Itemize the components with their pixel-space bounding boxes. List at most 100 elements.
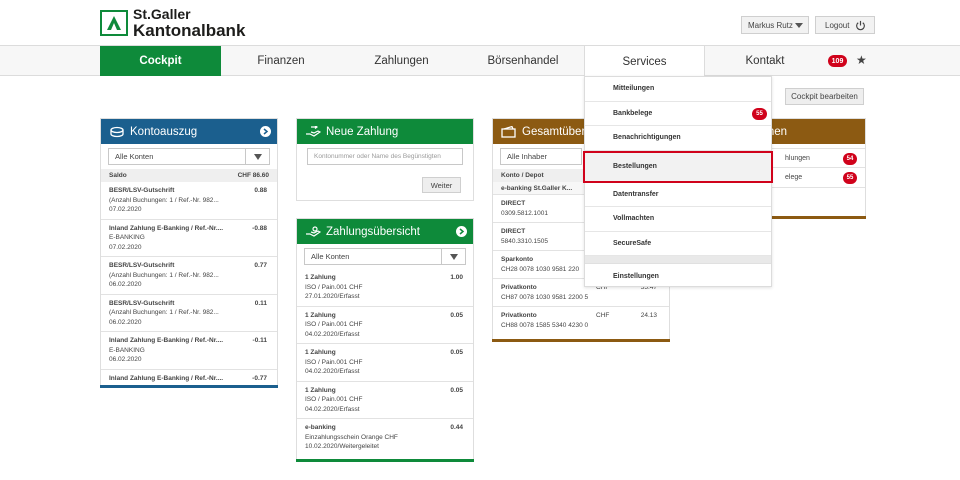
- transaction-date: 06.02.2020: [109, 281, 142, 288]
- transaction-detail: (Anzahl Buchungen: 1 / Ref.-Nr. 982...: [109, 196, 219, 204]
- payment-amount: 0.05: [450, 311, 463, 319]
- payment-type: ISO / Pain.001 CHF: [305, 283, 363, 291]
- menu-item-mitteilungen[interactable]: Mitteilungen: [585, 77, 771, 102]
- payment-amount: 0.44: [450, 424, 463, 431]
- payment-row[interactable]: 1 Zahlung ISO / Pain.001 CHF 04.02.2020/…: [297, 344, 473, 382]
- menu-item-label: SecureSafe: [613, 239, 652, 247]
- menu-item-einstellungen[interactable]: Einstellungen: [585, 264, 771, 289]
- payment-title: 1 Zahlung: [305, 311, 336, 319]
- transaction-amount: -0.77: [252, 374, 267, 382]
- transaction-row[interactable]: BESR/LSV-Gutschrift (Anzahl Buchungen: 1…: [101, 257, 277, 295]
- saldo-value: CHF 86.60: [237, 172, 269, 179]
- payment-type: ISO / Pain.001 CHF: [305, 396, 363, 403]
- menu-item-label: Mitteilungen: [613, 85, 655, 93]
- weiter-button[interactable]: Weiter: [422, 177, 461, 193]
- beneficiary-search-input[interactable]: Kontonummer oder Name des Begünstigten: [307, 148, 463, 165]
- services-dropdown: Mitteilungen Bankbelege 55 Benachrichtig…: [583, 76, 773, 289]
- menu-item-label: Einstellungen: [613, 272, 659, 280]
- payment-status: 10.02.2020/Weitergeleitet: [305, 443, 379, 450]
- transaction-row[interactable]: BESR/LSV-Gutschrift (Anzahl Buchungen: 1…: [101, 295, 277, 332]
- logo-line1: St.Galler: [133, 6, 191, 22]
- logo-icon: [100, 10, 128, 36]
- chevron-right-icon[interactable]: [260, 126, 271, 137]
- account-filter-select[interactable]: Alle Konten: [108, 148, 270, 165]
- message-label: elege: [785, 174, 803, 181]
- nav-finanzen[interactable]: Finanzen: [221, 46, 341, 76]
- widget-footer-bar: [492, 339, 670, 342]
- user-name: Markus Rutz: [748, 20, 793, 30]
- widget-header[interactable]: Kontoauszug: [101, 119, 277, 144]
- account-row[interactable]: Privatkonto CH88 0078 1585 5340 4230 0 C…: [493, 307, 669, 334]
- transaction-title: BESR/LSV-Gutschrift: [109, 187, 175, 194]
- payment-row[interactable]: 1 Zahlung ISO / Pain.001 CHF 27.01.2020/…: [297, 269, 473, 307]
- menu-item-label: Benachrichtigungen: [613, 134, 681, 142]
- notification-badge[interactable]: 109: [828, 55, 847, 67]
- transaction-title: Inland Zahlung E-Banking / Ref.-Nr....: [109, 374, 224, 382]
- payment-status: 27.01.2020/Erfasst: [305, 293, 360, 300]
- nav-zahlungen[interactable]: Zahlungen: [341, 46, 462, 76]
- payment-row[interactable]: e-banking Einzahlungsschein Orange CHF 1…: [297, 419, 473, 456]
- filter-value: Alle Konten: [115, 152, 154, 161]
- transaction-title: Inland Zahlung E-Banking / Ref.-Nr....: [109, 224, 224, 232]
- bank-logo[interactable]: St.Galler Kantonalbank: [100, 7, 245, 39]
- user-menu-button[interactable]: Markus Rutz: [741, 16, 809, 34]
- payment-type: ISO / Pain.001 CHF: [305, 358, 363, 366]
- payment-amount: 0.05: [450, 349, 463, 356]
- menu-item-vollmachten[interactable]: Vollmachten: [585, 207, 771, 232]
- transaction-title: Inland Zahlung E-Banking / Ref.-Nr....: [109, 337, 224, 344]
- account-filter-select[interactable]: Alle Konten: [304, 248, 466, 265]
- account-number: CH88 0078 1585 5340 4230 0: [501, 321, 589, 329]
- menu-item-bankbelege[interactable]: Bankbelege 55: [585, 102, 771, 126]
- account-name: Privatkonto: [501, 312, 537, 319]
- coins-icon: [109, 126, 125, 138]
- message-label: hlungen: [785, 154, 810, 162]
- nav-services[interactable]: Services: [584, 46, 705, 77]
- account-balance: 24.13: [640, 312, 657, 319]
- transaction-title: BESR/LSV-Gutschrift: [109, 299, 175, 307]
- main-nav: Cockpit Finanzen Zahlungen Börsenhandel …: [0, 45, 960, 77]
- nav-cockpit[interactable]: Cockpit: [100, 46, 221, 76]
- chevron-down-icon: [441, 249, 465, 264]
- owner-filter-select[interactable]: Alle Inhaber: [500, 148, 582, 165]
- transaction-date: 07.02.2020: [109, 206, 142, 213]
- transaction-amount: -0.88: [252, 224, 267, 232]
- payment-hand-icon: [305, 125, 321, 138]
- chevron-down-icon: [795, 23, 803, 28]
- widget-header[interactable]: Neue Zahlung: [297, 119, 473, 144]
- logo-line2: Kantonalbank: [133, 21, 246, 40]
- menu-item-benachrichtigungen[interactable]: Benachrichtigungen: [585, 126, 771, 151]
- logout-button[interactable]: Logout: [815, 16, 875, 34]
- payment-status: 04.02.2020/Erfasst: [305, 405, 360, 413]
- menu-item-label: Vollmachten: [613, 215, 655, 223]
- account-currency: CHF: [596, 312, 610, 319]
- nav-boersenhandel[interactable]: Börsenhandel: [462, 46, 584, 76]
- payment-type: ISO / Pain.001 CHF: [305, 321, 363, 328]
- widget-header[interactable]: Zahlungsübersicht: [297, 219, 473, 244]
- payment-status: 04.02.2020/Erfasst: [305, 330, 360, 338]
- message-count-badge: 54: [843, 153, 857, 165]
- transaction-row[interactable]: Inland Zahlung E-Banking / Ref.-Nr.... E…: [101, 220, 277, 257]
- widget-title: Neue Zahlung: [326, 125, 399, 138]
- payment-row[interactable]: 1 Zahlung ISO / Pain.001 CHF 04.02.2020/…: [297, 382, 473, 419]
- transaction-amount: 0.88: [254, 187, 267, 194]
- chevron-right-icon[interactable]: [456, 226, 467, 237]
- menu-item-bestellungen[interactable]: Bestellungen: [583, 150, 773, 183]
- transaction-date: 06.02.2020: [109, 318, 142, 326]
- transaction-row[interactable]: BESR/LSV-Gutschrift (Anzahl Buchungen: 1…: [101, 182, 277, 220]
- cockpit-edit-button[interactable]: Cockpit bearbeiten: [785, 88, 864, 105]
- menu-item-datentransfer[interactable]: Datentransfer: [585, 183, 771, 207]
- payment-hand-icon: [305, 225, 321, 238]
- transaction-detail: (Anzahl Buchungen: 1 / Ref.-Nr. 982...: [109, 309, 219, 316]
- menu-item-securesafe[interactable]: SecureSafe: [585, 232, 771, 256]
- transaction-amount: 0.77: [254, 262, 267, 269]
- nav-kontakt[interactable]: Kontakt: [705, 46, 825, 76]
- filter-value: Alle Inhaber: [507, 152, 548, 161]
- payment-row[interactable]: 1 Zahlung ISO / Pain.001 CHF 04.02.2020/…: [297, 307, 473, 344]
- transaction-row[interactable]: Inland Zahlung E-Banking / Ref.-Nr.... E…: [101, 332, 277, 370]
- menu-item-badge: 55: [752, 107, 767, 120]
- payment-title: 1 Zahlung: [305, 349, 336, 356]
- neue-zahlung-widget: Neue Zahlung Kontonummer oder Name des B…: [296, 118, 474, 201]
- subhead-label: Konto / Depot: [501, 172, 544, 179]
- payment-title: e-banking: [305, 424, 336, 431]
- star-icon[interactable]: ★: [856, 53, 867, 67]
